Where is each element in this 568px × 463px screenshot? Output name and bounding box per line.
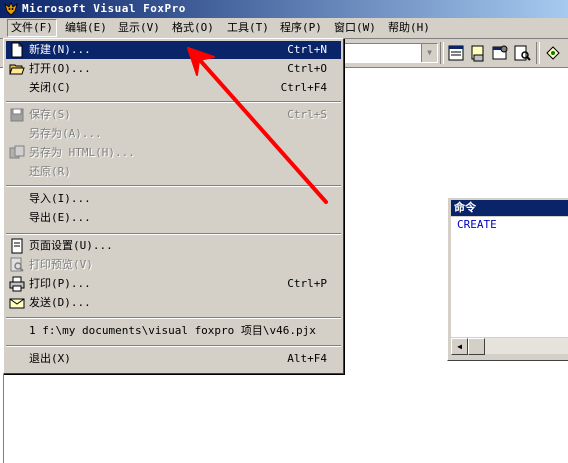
menu-item-close[interactable]: 关闭(C) Ctrl+F4 [6,79,341,97]
combo-dropdown-icon[interactable]: ▼ [421,44,437,62]
shortcut-label: Ctrl+F4 [280,81,327,94]
shortcut-label: Ctrl+N [287,43,327,56]
menu-item-send[interactable]: 发送(D)... [6,294,341,312]
menu-item-exit[interactable]: 退出(X) Alt+F4 [6,350,341,368]
menu-item-label: 打印(P)... [29,277,91,290]
command-window-button[interactable] [446,43,466,63]
properties-icon [492,45,508,60]
menu-separator [6,317,341,319]
menu-separator [6,345,341,347]
menu-tools[interactable]: 工具(T) [224,20,272,36]
menu-item-save-as: 另存为(A)... [6,125,341,143]
page-setup-icon [11,238,23,254]
toolbar-separator [440,42,444,64]
printer-icon [9,276,25,292]
code-window-button[interactable] [512,43,532,63]
menu-view[interactable]: 显示(V) [115,20,163,36]
menu-window[interactable]: 窗口(W) [331,20,379,36]
menu-item-export[interactable]: 导出(E)... [6,209,341,227]
menu-item-save-as-html: 另存为 HTML(H)... [6,144,341,162]
connections-button[interactable] [543,43,563,63]
save-disk-icon [10,108,24,122]
menu-item-revert: 还原(R) [6,163,341,181]
menu-item-label: 还原(R) [29,165,71,178]
menu-item-save: 保存(S) Ctrl+S [6,106,341,124]
menu-edit[interactable]: 编辑(E) [62,20,110,36]
database-designer-button[interactable] [468,43,488,63]
properties-button[interactable] [490,43,510,63]
menu-item-label: 导入(I)... [29,192,91,205]
menu-item-label: 另存为(A)... [29,127,102,140]
menu-help[interactable]: 帮助(H) [385,20,433,36]
menu-separator [6,185,341,187]
connections-icon [546,46,560,60]
menu-bar: 文件(F) 编辑(E) 显示(V) 格式(O) 工具(T) 程序(P) 窗口(W… [0,18,568,39]
shortcut-label: Ctrl+P [287,277,327,290]
menu-item-open[interactable]: 打开(O)... Ctrl+O [6,60,341,78]
menu-item-label: 1 f:\my documents\visual foxpro 项目\v46.p… [29,324,316,337]
toolbar-separator [536,42,540,64]
open-folder-icon [9,64,25,75]
menu-item-label: 新建(N)... [29,43,91,56]
main-window-edge [0,372,4,463]
menu-item-label: 发送(D)... [29,296,91,309]
menu-separator [6,101,341,103]
shortcut-label: Alt+F4 [287,352,327,365]
menu-item-new[interactable]: 新建(N)... Ctrl+N [6,41,341,59]
shortcut-label: Ctrl+O [287,62,327,75]
menu-item-import[interactable]: 导入(I)... [6,190,341,208]
command-window-title[interactable]: 命令 [451,200,568,216]
menu-item-label: 退出(X) [29,352,71,365]
horizontal-scrollbar[interactable]: ◀ [451,338,568,355]
command-text[interactable]: CREATE [457,218,497,231]
data-session-icon [471,45,484,62]
command-window-icon [448,45,464,61]
menu-item-print[interactable]: 打印(P)... Ctrl+P [6,275,341,293]
menu-item-label: 关闭(C) [29,81,71,94]
file-menu-dropdown: 新建(N)... Ctrl+N 打开(O)... Ctrl+O 关闭(C) Ct… [3,38,344,374]
menu-item-page-setup[interactable]: 页面设置(U)... [6,237,341,255]
menu-item-recent-file-1[interactable]: 1 f:\my documents\visual foxpro 项目\v46.p… [6,322,341,340]
save-html-icon [9,145,25,159]
scroll-left-icon[interactable]: ◀ [451,338,468,355]
menu-item-label: 另存为 HTML(H)... [29,146,135,159]
menu-item-label: 页面设置(U)... [29,239,113,252]
code-search-icon [514,45,531,61]
menu-item-label: 打开(O)... [29,62,91,75]
command-window[interactable]: 命令 CREATE ◀ [447,197,568,361]
window-title: Microsoft Visual FoxPro [22,2,186,15]
foxpro-app-icon[interactable] [3,1,19,17]
title-bar: Microsoft Visual FoxPro [0,0,568,18]
menu-file[interactable]: 文件(F) [7,19,57,37]
menu-item-label: 导出(E)... [29,211,91,224]
new-file-icon [11,42,23,58]
shortcut-label: Ctrl+S [287,108,327,121]
menu-program[interactable]: 程序(P) [277,20,325,36]
menu-item-label: 打印预览(V) [29,258,93,271]
menu-item-print-preview: 打印预览(V) [6,256,341,274]
menu-format[interactable]: 格式(O) [169,20,217,36]
toolbar-combo[interactable]: ▼ [344,43,438,63]
print-preview-icon [10,257,24,272]
send-mail-icon [9,298,25,309]
menu-item-label: 保存(S) [29,108,71,121]
scroll-thumb[interactable] [468,338,485,355]
command-input-area[interactable]: CREATE [451,217,568,337]
menu-separator [6,233,341,235]
